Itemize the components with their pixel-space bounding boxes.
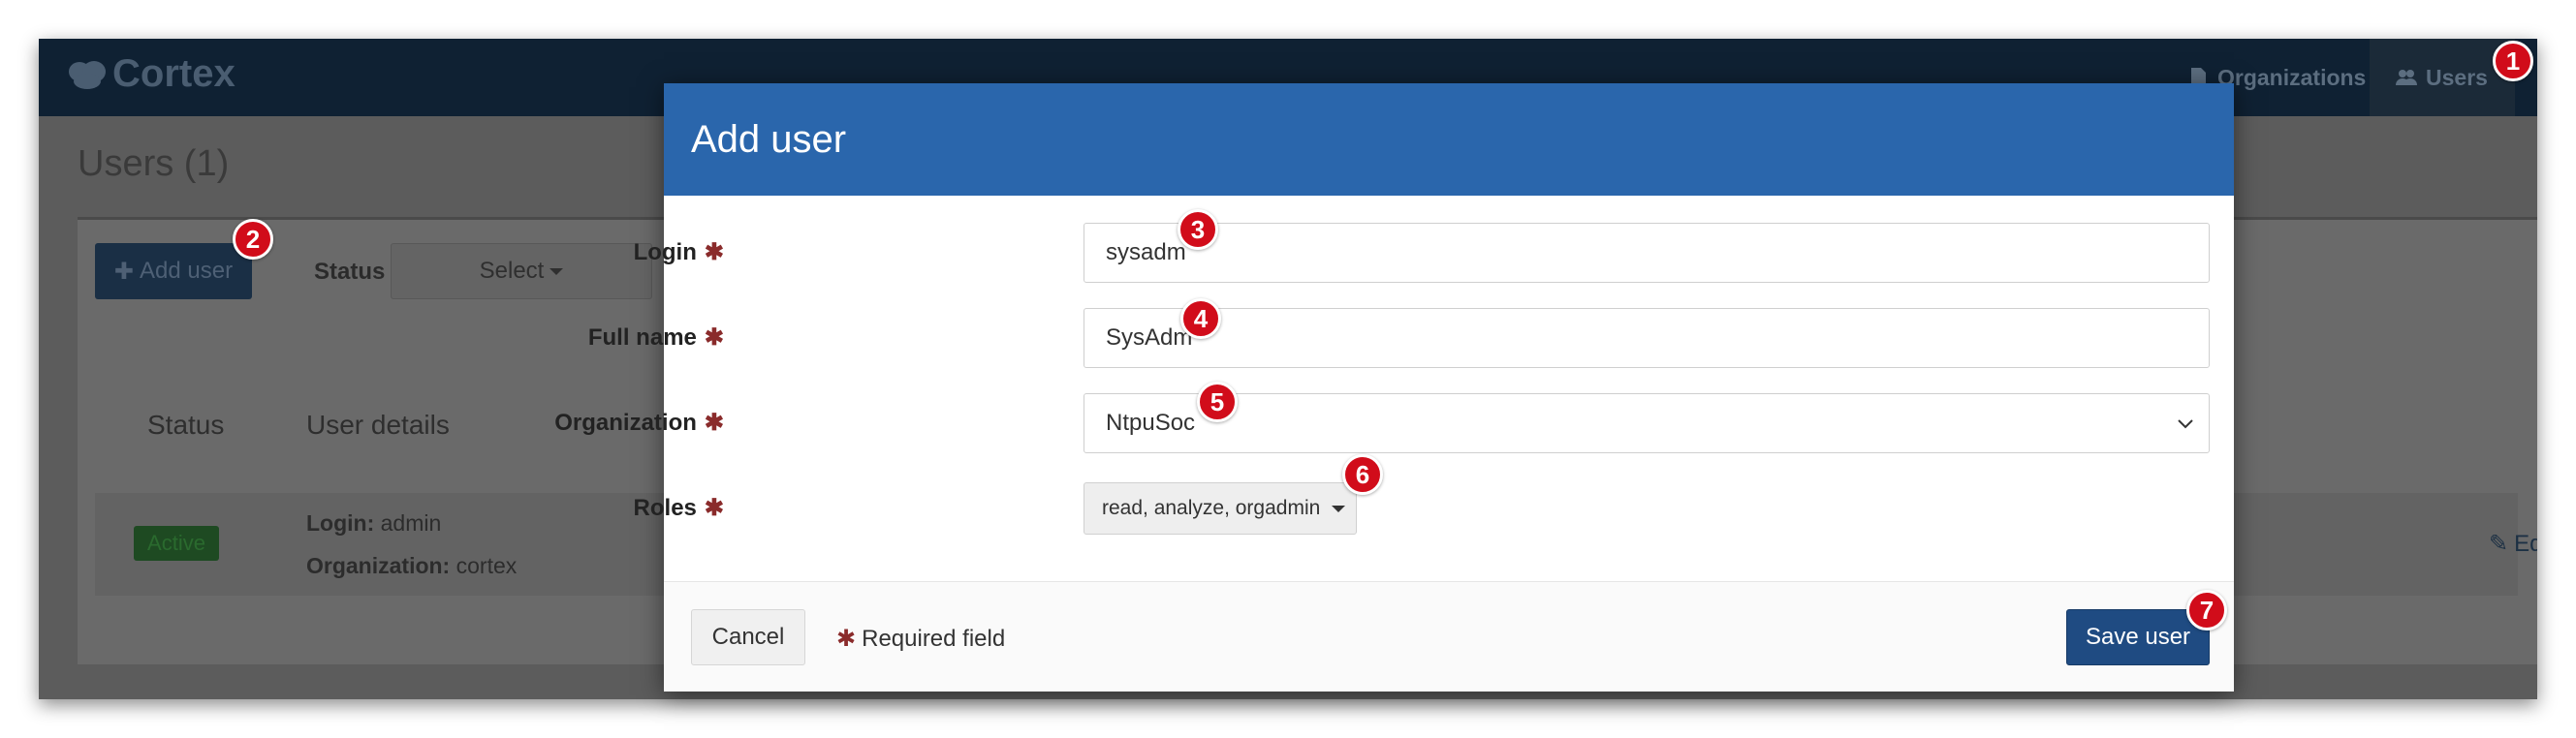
plus-icon: ✚ — [113, 258, 135, 285]
caret-down-icon — [550, 267, 564, 275]
roles-value: read, analyze, orgadmin — [1102, 497, 1321, 519]
organization-select[interactable]: NtpuSoc — [1084, 393, 2210, 453]
modal-title: Add user — [664, 83, 2234, 196]
brand-name: Cortex — [112, 52, 236, 95]
edit-icon: ✎ — [2489, 531, 2509, 557]
organization-row: Organization ✱ NtpuSoc — [554, 393, 2234, 453]
fullname-label: Full name ✱ — [587, 324, 724, 351]
step-marker-3: 3 — [1178, 209, 1218, 250]
nav-organizations-label: Organizations — [2217, 64, 2367, 90]
step-marker-2: 2 — [233, 219, 273, 260]
nav-users-label: Users — [2426, 64, 2488, 90]
add-user-modal: Add user Login ✱ sysadm Full name ✱ SysAdm… — [554, 83, 2234, 692]
required-asterisk-icon: ✱ — [704, 239, 724, 265]
org-value: cortex — [456, 553, 518, 578]
users-icon — [2396, 70, 2417, 85]
roles-label: Roles ✱ — [633, 495, 724, 521]
step-marker-6: 6 — [1342, 454, 1383, 495]
page-title: Users (1) — [78, 143, 230, 184]
login-value: admin — [380, 510, 442, 536]
login-label: Login: — [306, 510, 375, 536]
organization-label: Organization ✱ — [554, 410, 724, 436]
fullname-row: Full name ✱ SysAdm — [588, 308, 2234, 368]
column-header-user-details[interactable]: User details — [306, 410, 450, 441]
required-asterisk-icon: ✱ — [704, 324, 724, 351]
add-user-label: Add user — [140, 258, 234, 284]
caret-down-icon — [1332, 505, 1346, 512]
status-filter-label: Status — [314, 259, 386, 285]
required-asterisk-icon: ✱ — [704, 410, 724, 436]
step-marker-1: 1 — [2493, 41, 2533, 81]
required-asterisk-icon: ✱ — [704, 495, 724, 521]
org-label: Organization: — [306, 553, 451, 578]
add-user-button[interactable]: ✚ Add user — [95, 243, 252, 299]
required-asterisk-icon: ✱ — [836, 626, 857, 652]
step-marker-7: 7 — [2186, 590, 2227, 630]
roles-multiselect[interactable]: read, analyze, orgadmin — [1084, 482, 1357, 535]
brain-icon — [69, 60, 106, 89]
modal-footer: Cancel ✱ Required field Save user — [664, 581, 2234, 692]
step-marker-4: 4 — [1180, 298, 1221, 339]
required-field-note: ✱ Required field — [836, 626, 1006, 652]
brand-logo[interactable]: Cortex — [68, 52, 236, 96]
user-login-detail: Login: admin — [306, 510, 441, 537]
user-org-detail: Organization: cortex — [306, 553, 517, 579]
nav-users[interactable]: Users — [2370, 39, 2515, 116]
column-header-status[interactable]: Status — [147, 410, 224, 441]
cancel-button[interactable]: Cancel — [691, 609, 805, 665]
status-badge: Active — [134, 526, 219, 561]
edit-user-link[interactable]: ✎ Edit — [2489, 530, 2537, 558]
login-input[interactable]: sysadm — [1084, 223, 2210, 283]
login-row: Login ✱ sysadm — [634, 223, 2234, 283]
step-marker-5: 5 — [1197, 382, 1238, 422]
roles-row: Roles ✱ read, analyze, orgadmin — [634, 478, 2234, 538]
organization-value: NtpuSoc — [1106, 410, 1196, 436]
login-label: Login ✱ — [633, 239, 724, 265]
edit-label: Edit — [2514, 530, 2537, 557]
chevron-down-icon — [2178, 419, 2193, 429]
fullname-input[interactable]: SysAdm — [1084, 308, 2210, 368]
